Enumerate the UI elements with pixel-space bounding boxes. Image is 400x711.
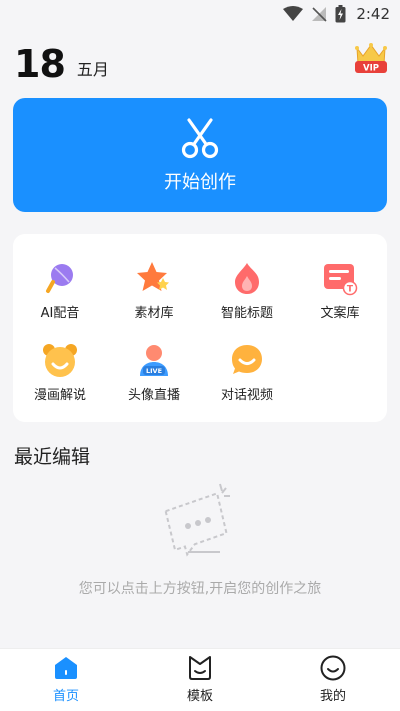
vip-crown-icon[interactable]: VIP	[353, 42, 389, 76]
bottom-nav: 首页 模板 我的	[0, 648, 400, 711]
nav-label: 首页	[52, 689, 79, 704]
nav-label: 模板	[186, 689, 213, 704]
wifi-icon	[283, 6, 304, 21]
tool-label: 对话视频	[220, 388, 273, 403]
recent-edits-title: 最近编辑	[14, 446, 91, 468]
tool-ai-voice[interactable]: AI配音	[15, 260, 105, 330]
tool-label: 头像直播	[127, 388, 180, 403]
status-time: 2:42	[356, 5, 390, 23]
nav-label: 我的	[319, 689, 346, 704]
date-display: 18 五月	[14, 42, 109, 86]
tool-copywriting-library[interactable]: T 文案库	[295, 260, 385, 330]
empty-placeholder-icon	[164, 483, 230, 557]
flame-icon	[235, 263, 259, 294]
tool-avatar-live[interactable]: LIVE 头像直播	[109, 342, 199, 412]
nav-profile[interactable]: 我的	[293, 655, 373, 707]
no-signal-icon	[312, 7, 327, 22]
nav-templates[interactable]: 模板	[160, 655, 240, 707]
tool-label: AI配音	[40, 306, 80, 321]
chat-bubble-icon	[232, 345, 262, 374]
tool-label: 漫画解说	[33, 388, 86, 403]
bear-icon	[43, 344, 77, 377]
start-create-button[interactable]: 开始创作	[13, 98, 387, 212]
microphone-icon	[46, 264, 73, 293]
copywriting-icon: T	[324, 264, 358, 296]
nav-home[interactable]: 首页	[26, 655, 106, 707]
battery-icon	[335, 5, 346, 23]
scissors-icon	[181, 118, 219, 159]
template-icon	[189, 656, 211, 680]
tool-smart-title[interactable]: 智能标题	[202, 260, 292, 330]
svg-text:LIVE: LIVE	[146, 367, 162, 375]
home-icon	[55, 657, 77, 679]
tool-comic-narration[interactable]: 漫画解说	[15, 342, 105, 412]
profile-icon	[320, 655, 346, 681]
tool-dialogue-video[interactable]: 对话视频	[202, 342, 292, 412]
live-avatar-icon: LIVE	[140, 345, 168, 376]
vip-label: VIP	[363, 64, 379, 74]
tool-label: 文案库	[320, 306, 360, 321]
empty-state-text: 您可以点击上方按钮,开启您的创作之旅	[78, 581, 322, 597]
star-icon	[137, 262, 169, 291]
tool-label: 素材库	[134, 306, 174, 321]
tool-material-library[interactable]: 素材库	[109, 260, 199, 330]
status-bar: 2:42	[0, 0, 400, 28]
start-create-label: 开始创作	[164, 172, 236, 193]
tool-label: 智能标题	[220, 306, 273, 321]
date-day: 18	[14, 42, 66, 86]
svg-text:T: T	[347, 285, 354, 295]
tools-panel: AI配音 素材库 智能标题 T 文案库 漫画解说 LIVE 头像直播 对话视频	[13, 234, 387, 422]
date-month: 五月	[76, 60, 109, 79]
